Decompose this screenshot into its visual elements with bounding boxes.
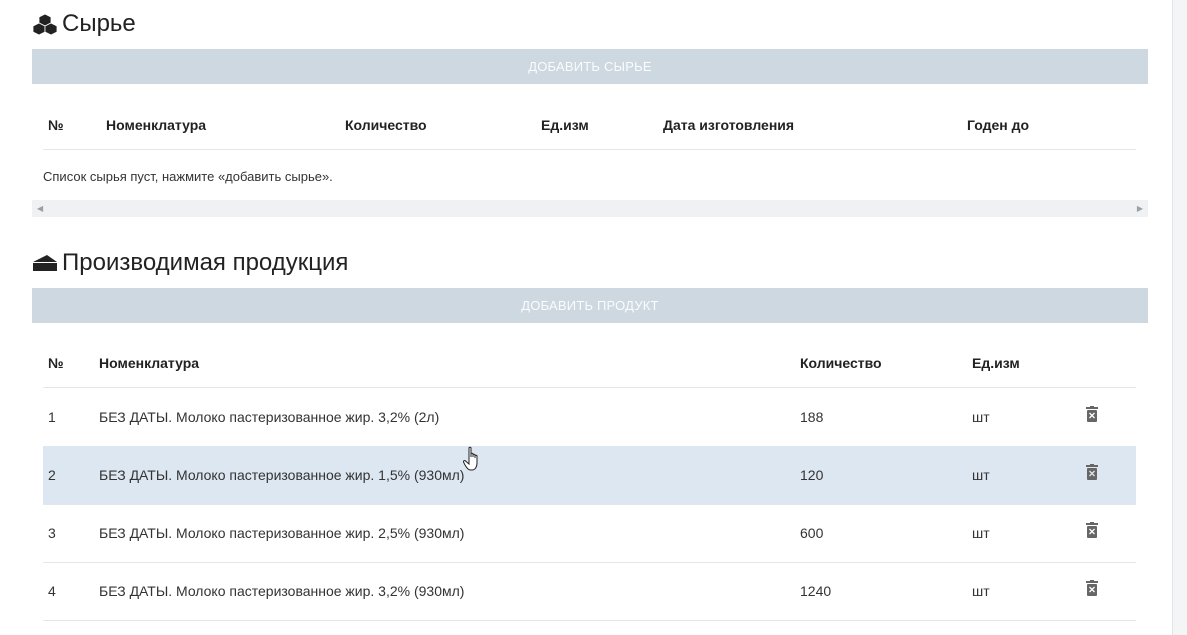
table-row[interactable]: 1 БЕЗ ДАТЫ. Молоко пастеризованное жир. … <box>43 388 1136 447</box>
row-number: 4 <box>48 583 56 599</box>
table-row[interactable]: 3 БЕЗ ДАТЫ. Молоко пастеризованное жир. … <box>43 504 1136 563</box>
hand-cursor-icon <box>463 446 478 471</box>
row-quantity: 1240 <box>800 583 832 599</box>
trash-icon[interactable] <box>1086 464 1098 480</box>
products-section-title: Производимая продукция <box>32 249 348 277</box>
row-number: 3 <box>48 525 56 541</box>
raw-section-title: Сырье <box>32 10 136 38</box>
row-quantity: 188 <box>800 409 824 425</box>
products-col-nomenclature: Номенклатура <box>99 355 200 371</box>
trash-icon[interactable] <box>1086 406 1098 422</box>
scroll-right-icon[interactable]: ▶ <box>1137 204 1143 213</box>
add-product-button[interactable]: ДОБАВИТЬ ПРОДУКТ <box>32 288 1148 323</box>
row-number: 2 <box>48 467 56 483</box>
cheese-icon <box>33 255 57 271</box>
raw-col-production-date: Дата изготовления <box>663 117 795 133</box>
raw-empty-message: Список сырья пуст, нажмите «добавить сыр… <box>43 169 333 184</box>
row-name: БЕЗ ДАТЫ. Молоко пастеризованное жир. 1,… <box>99 467 465 483</box>
row-number: 1 <box>48 409 56 425</box>
row-name: БЕЗ ДАТЫ. Молоко пастеризованное жир. 2,… <box>99 525 465 541</box>
add-raw-button[interactable]: ДОБАВИТЬ СЫРЬЕ <box>32 49 1148 84</box>
raw-col-quantity: Количество <box>345 117 427 133</box>
raw-horizontal-scrollbar[interactable]: ◀ ▶ <box>32 200 1148 217</box>
products-title-text: Производимая продукция <box>62 249 349 276</box>
row-quantity: 120 <box>800 467 824 483</box>
row-quantity: 600 <box>800 525 824 541</box>
row-name: БЕЗ ДАТЫ. Молоко пастеризованное жир. 3,… <box>99 409 440 425</box>
row-unit: шт <box>972 409 990 425</box>
table-row[interactable]: 2 БЕЗ ДАТЫ. Молоко пастеризованное жир. … <box>43 446 1136 505</box>
trash-icon[interactable] <box>1086 580 1098 596</box>
raw-title-text: Сырье <box>62 10 136 37</box>
raw-col-number: № <box>48 117 64 133</box>
trash-icon[interactable] <box>1086 522 1098 538</box>
raw-col-expiry: Годен до <box>967 117 1030 133</box>
raw-header-divider <box>43 149 1136 150</box>
products-col-unit: Ед.изм <box>972 355 1020 371</box>
products-col-quantity: Количество <box>800 355 882 371</box>
row-name: БЕЗ ДАТЫ. Молоко пастеризованное жир. 3,… <box>99 583 465 599</box>
row-unit: шт <box>972 467 990 483</box>
row-unit: шт <box>972 525 990 541</box>
scroll-left-icon[interactable]: ◀ <box>37 204 43 213</box>
row-unit: шт <box>972 583 990 599</box>
products-col-number: № <box>48 355 64 371</box>
raw-col-unit: Ед.изм <box>541 117 589 133</box>
raw-col-nomenclature: Номенклатура <box>106 117 207 133</box>
content-panel: Сырье ДОБАВИТЬ СЫРЬЕ № Номенклатура Коли… <box>0 0 1173 635</box>
cubes-icon <box>32 13 58 35</box>
table-row[interactable]: 4 БЕЗ ДАТЫ. Молоко пастеризованное жир. … <box>43 562 1136 621</box>
